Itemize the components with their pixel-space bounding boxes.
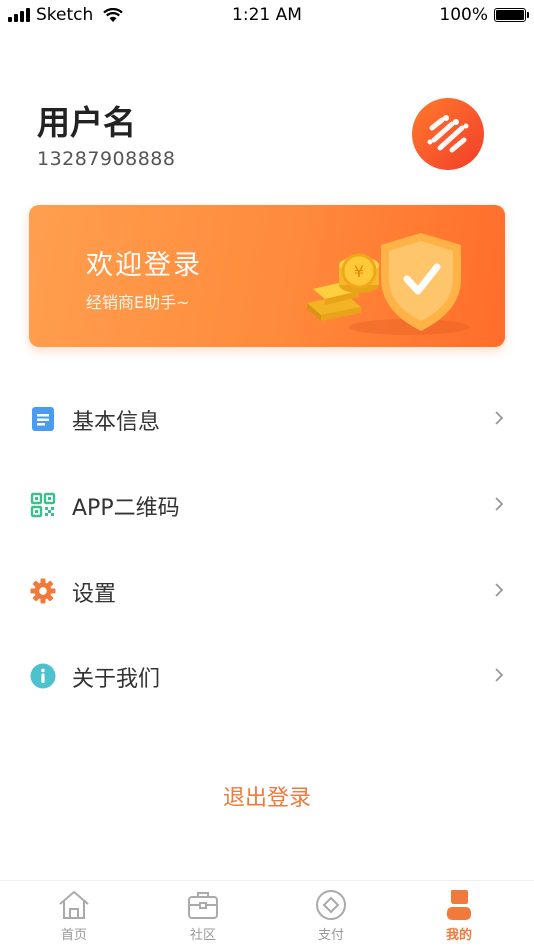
status-bar: Sketch 1:21 AM 100% — [0, 0, 534, 32]
avatar[interactable] — [412, 98, 484, 170]
qr-code-icon — [30, 492, 56, 518]
tab-payment[interactable]: 支付 — [291, 887, 371, 943]
banner-title: 欢迎登录 — [86, 250, 202, 281]
phone-number: 13287908888 — [37, 148, 176, 170]
user-icon — [447, 890, 471, 920]
logout-button[interactable]: 退出登录 — [0, 780, 534, 812]
menu-label: 基本信息 — [72, 410, 161, 435]
tab-label: 社区 — [189, 928, 216, 943]
chevron-right-icon — [495, 583, 504, 597]
status-right: 100% — [439, 5, 529, 25]
menu-label: 关于我们 — [72, 667, 161, 692]
document-icon — [32, 407, 54, 431]
menu-item-basic-info[interactable]: 基本信息 — [0, 388, 534, 448]
welcome-banner[interactable]: 欢迎登录 经销商E助手~ ¥ — [29, 205, 505, 347]
payment-icon — [316, 890, 346, 920]
briefcase-icon — [188, 892, 218, 919]
banner-subtitle: 经销商E助手~ — [86, 293, 190, 312]
tab-community[interactable]: 社区 — [163, 887, 243, 943]
menu-item-about-us[interactable]: 关于我们 — [0, 645, 534, 705]
home-icon — [59, 891, 89, 919]
tab-label: 支付 — [317, 928, 344, 943]
menu-item-settings[interactable]: 设置 — [0, 560, 534, 620]
menu-label: 设置 — [72, 582, 117, 607]
chevron-right-icon — [495, 668, 504, 682]
shield-coins-illustration: ¥ — [307, 233, 469, 335]
tab-home[interactable]: 首页 — [34, 887, 114, 943]
tab-label: 我的 — [445, 928, 472, 943]
gear-icon — [30, 578, 56, 604]
battery-icon — [494, 8, 529, 22]
username: 用户名 — [37, 103, 136, 142]
battery-percent: 100% — [439, 5, 488, 25]
svg-text:¥: ¥ — [354, 262, 364, 281]
logo-icon — [427, 115, 469, 153]
tab-label: 首页 — [60, 928, 87, 943]
menu-label: APP二维码 — [72, 496, 180, 521]
info-icon — [30, 663, 56, 689]
tab-mine[interactable]: 我的 — [419, 887, 499, 943]
tab-bar: 首页 社区 支付 我的 — [0, 880, 534, 951]
chevron-right-icon — [495, 497, 504, 511]
menu-item-app-qrcode[interactable]: APP二维码 — [0, 474, 534, 534]
chevron-right-icon — [495, 411, 504, 425]
